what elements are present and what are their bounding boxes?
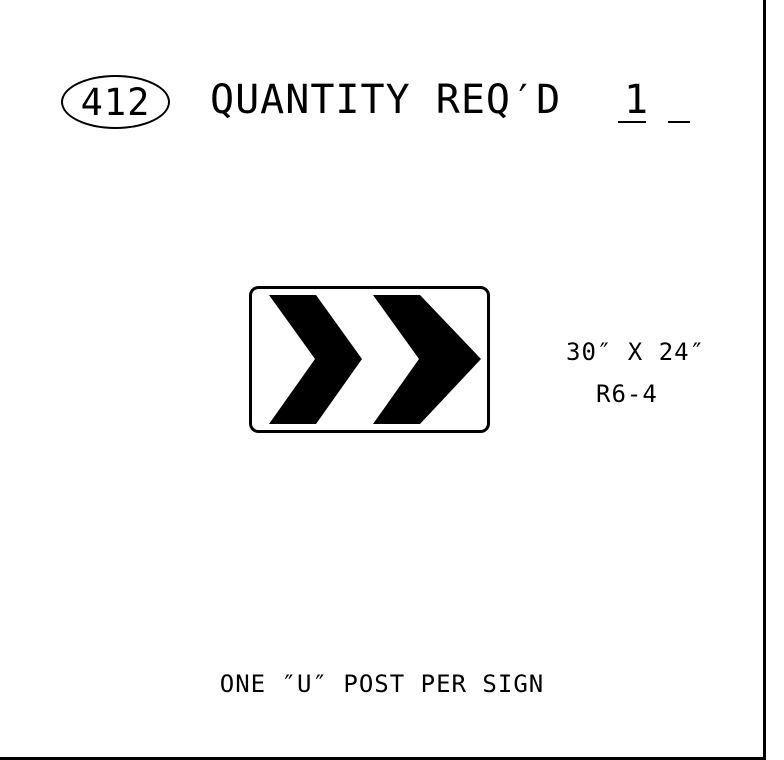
sheet-border-right [763, 0, 766, 760]
item-number-oval: 412 [61, 75, 170, 129]
quantity-label: QUANTITY REQ′D [210, 77, 562, 123]
quantity-value: 1 [623, 77, 649, 123]
item-number: 412 [80, 80, 151, 124]
sign-code-label: R6-4 [596, 380, 658, 408]
quantity-blank-line [668, 121, 690, 123]
quantity-underline [618, 121, 646, 123]
post-note: ONE ″U″ POST PER SIGN [219, 670, 545, 698]
chevron-sign [249, 286, 490, 433]
sign-size-label: 30″ X 24″ [566, 338, 706, 366]
